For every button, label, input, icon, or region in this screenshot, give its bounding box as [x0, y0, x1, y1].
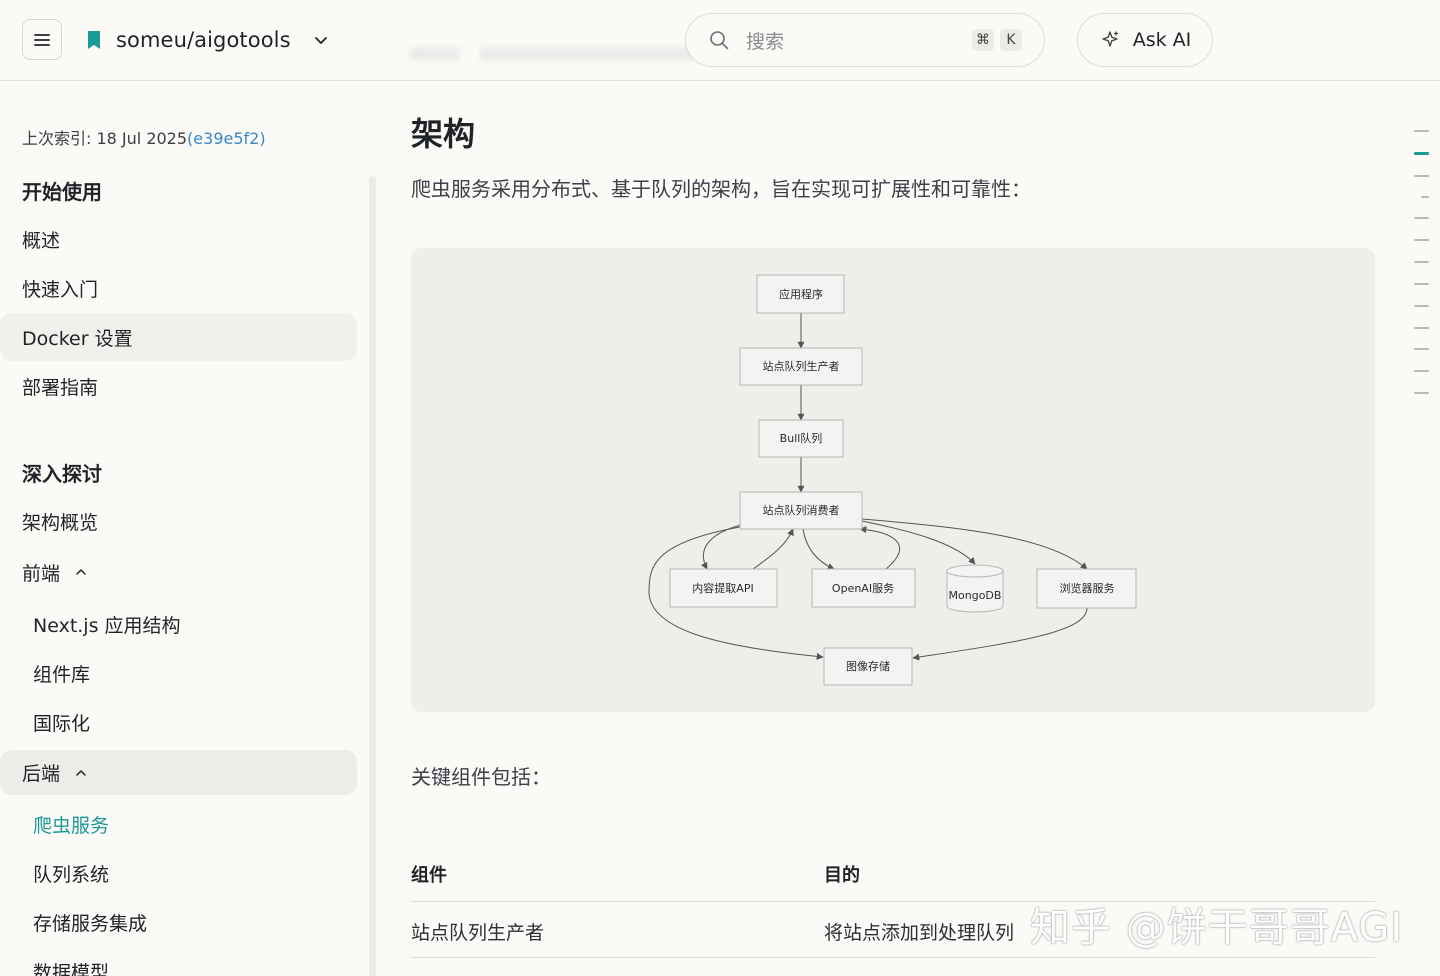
- sidebar-item-data-model[interactable]: 数据模型: [0, 947, 357, 976]
- section-deep-dive: 深入探讨: [22, 462, 102, 486]
- sidebar: 上次索引: 18 Jul 2025(e39e5f2) 开始使用 概述 快速入门 …: [0, 81, 380, 976]
- architecture-diagram: 应用程序 站点队列生产者 Bull队列 站点队列消费者 内容提取API Open…: [411, 248, 1375, 712]
- svg-text:图像存储: 图像存储: [846, 659, 890, 673]
- edge-openai-consumer: [859, 526, 900, 570]
- sparkle-icon: [1102, 31, 1118, 47]
- table-divider: [411, 957, 1375, 958]
- svg-text:应用程序: 应用程序: [779, 287, 823, 301]
- edge-consumer-mongodb: [861, 520, 976, 565]
- svg-text:MongoDB: MongoDB: [949, 589, 1002, 602]
- sidebar-item-quickstart[interactable]: 快速入门: [0, 264, 357, 312]
- table-cell-purpose: 将站点添加到处理队列: [824, 922, 1015, 944]
- key-components-heading: 关键组件包括：: [411, 765, 551, 789]
- chevron-down-icon: [314, 37, 327, 44]
- search-icon: [710, 31, 729, 50]
- sidebar-item-i18n[interactable]: 国际化: [0, 698, 357, 746]
- node-producer: 站点队列生产者: [739, 347, 863, 386]
- last-indexed: 上次索引: 18 Jul 2025(e39e5f2): [22, 125, 266, 149]
- sidebar-item-crawler-service[interactable]: 爬虫服务: [0, 800, 357, 848]
- diagram-svg: 应用程序 站点队列生产者 Bull队列 站点队列消费者 内容提取API Open…: [648, 274, 1137, 686]
- sidebar-item-backend-label: 后端: [22, 763, 61, 785]
- edge-browser-image: [912, 607, 1088, 661]
- hamburger-icon: [34, 33, 50, 46]
- svg-text:浏览器服务: 浏览器服务: [1060, 581, 1115, 595]
- sidebar-scrollbar[interactable]: [369, 176, 376, 976]
- svg-text:站点队列消费者: 站点队列消费者: [763, 503, 840, 517]
- node-image-storage: 图像存储: [823, 647, 913, 686]
- lead-paragraph: 爬虫服务采用分布式、基于队列的架构，旨在实现可扩展性和可靠性：: [411, 177, 1031, 201]
- sidebar-item-deployment[interactable]: 部署指南: [0, 362, 357, 410]
- node-mongodb: MongoDB: [946, 564, 1004, 613]
- section-getting-started: 开始使用: [22, 180, 102, 204]
- node-consumer: 站点队列消费者: [739, 491, 863, 530]
- table-cell-component: 站点队列生产者: [411, 922, 545, 944]
- repo-selector[interactable]: someu/aigotools: [84, 25, 329, 55]
- sidebar-item-nextjs[interactable]: Next.js 应用结构: [0, 600, 357, 648]
- shortcut-k-key: K: [1000, 29, 1022, 51]
- last-indexed-label: 上次索引: 18 Jul 2025: [22, 129, 188, 148]
- watermark: 知乎 @饼干哥哥AGI: [1030, 905, 1404, 951]
- edge-consumer-openai: [802, 528, 835, 570]
- chevron-up-icon: [76, 769, 86, 776]
- svg-text:OpenAI服务: OpenAI服务: [832, 582, 894, 595]
- node-app: 应用程序: [756, 274, 845, 314]
- edge-consumer-browser: [861, 518, 1088, 570]
- ask-ai-label: Ask AI: [1132, 29, 1192, 51]
- node-bull-queue: Bull队列: [758, 419, 844, 458]
- repo-name: someu/aigotools: [116, 28, 291, 52]
- sidebar-item-overview[interactable]: 概述: [0, 215, 357, 263]
- search-input[interactable]: 搜索 ⌘ K: [685, 13, 1045, 67]
- sidebar-item-architecture-overview[interactable]: 架构概览: [0, 497, 357, 545]
- page-title: 架构: [411, 115, 476, 153]
- column-header-purpose: 目的: [824, 865, 860, 886]
- sidebar-item-frontend[interactable]: 前端: [0, 548, 357, 596]
- sidebar-item-queue-system[interactable]: 队列系统: [0, 849, 357, 897]
- node-openai-service: OpenAI服务: [811, 568, 916, 608]
- sidebar-item-docker-setup[interactable]: Docker 设置: [0, 313, 357, 361]
- svg-text:Bull队列: Bull队列: [780, 431, 823, 445]
- column-header-component: 组件: [411, 865, 447, 886]
- svg-text:站点队列生产者: 站点队列生产者: [763, 359, 840, 373]
- svg-text:内容提取API: 内容提取API: [692, 581, 753, 595]
- sidebar-item-backend[interactable]: 后端: [0, 750, 357, 795]
- ask-ai-button[interactable]: Ask AI: [1077, 13, 1213, 67]
- sidebar-item-storage-integration[interactable]: 存储服务集成: [0, 898, 357, 946]
- edge-consumer-extract: [700, 524, 742, 570]
- node-content-extract-api: 内容提取API: [669, 568, 778, 608]
- sidebar-item-components[interactable]: 组件库: [0, 649, 357, 697]
- node-browser-service: 浏览器服务: [1036, 568, 1137, 609]
- commit-link[interactable]: (e39e5f2): [187, 129, 266, 148]
- sidebar-item-frontend-label: 前端: [22, 562, 61, 585]
- shortcut-cmd-key: ⌘: [972, 29, 994, 51]
- edge-extract-consumer: [752, 528, 794, 570]
- menu-button[interactable]: [22, 19, 62, 60]
- blurred-breadcrumb: [410, 42, 710, 66]
- top-header: someu/aigotools 搜索 ⌘ K Ask AI: [0, 0, 1440, 81]
- chevron-up-icon: [76, 569, 86, 575]
- bookmark-icon: [88, 31, 100, 49]
- search-placeholder: 搜索: [746, 30, 785, 53]
